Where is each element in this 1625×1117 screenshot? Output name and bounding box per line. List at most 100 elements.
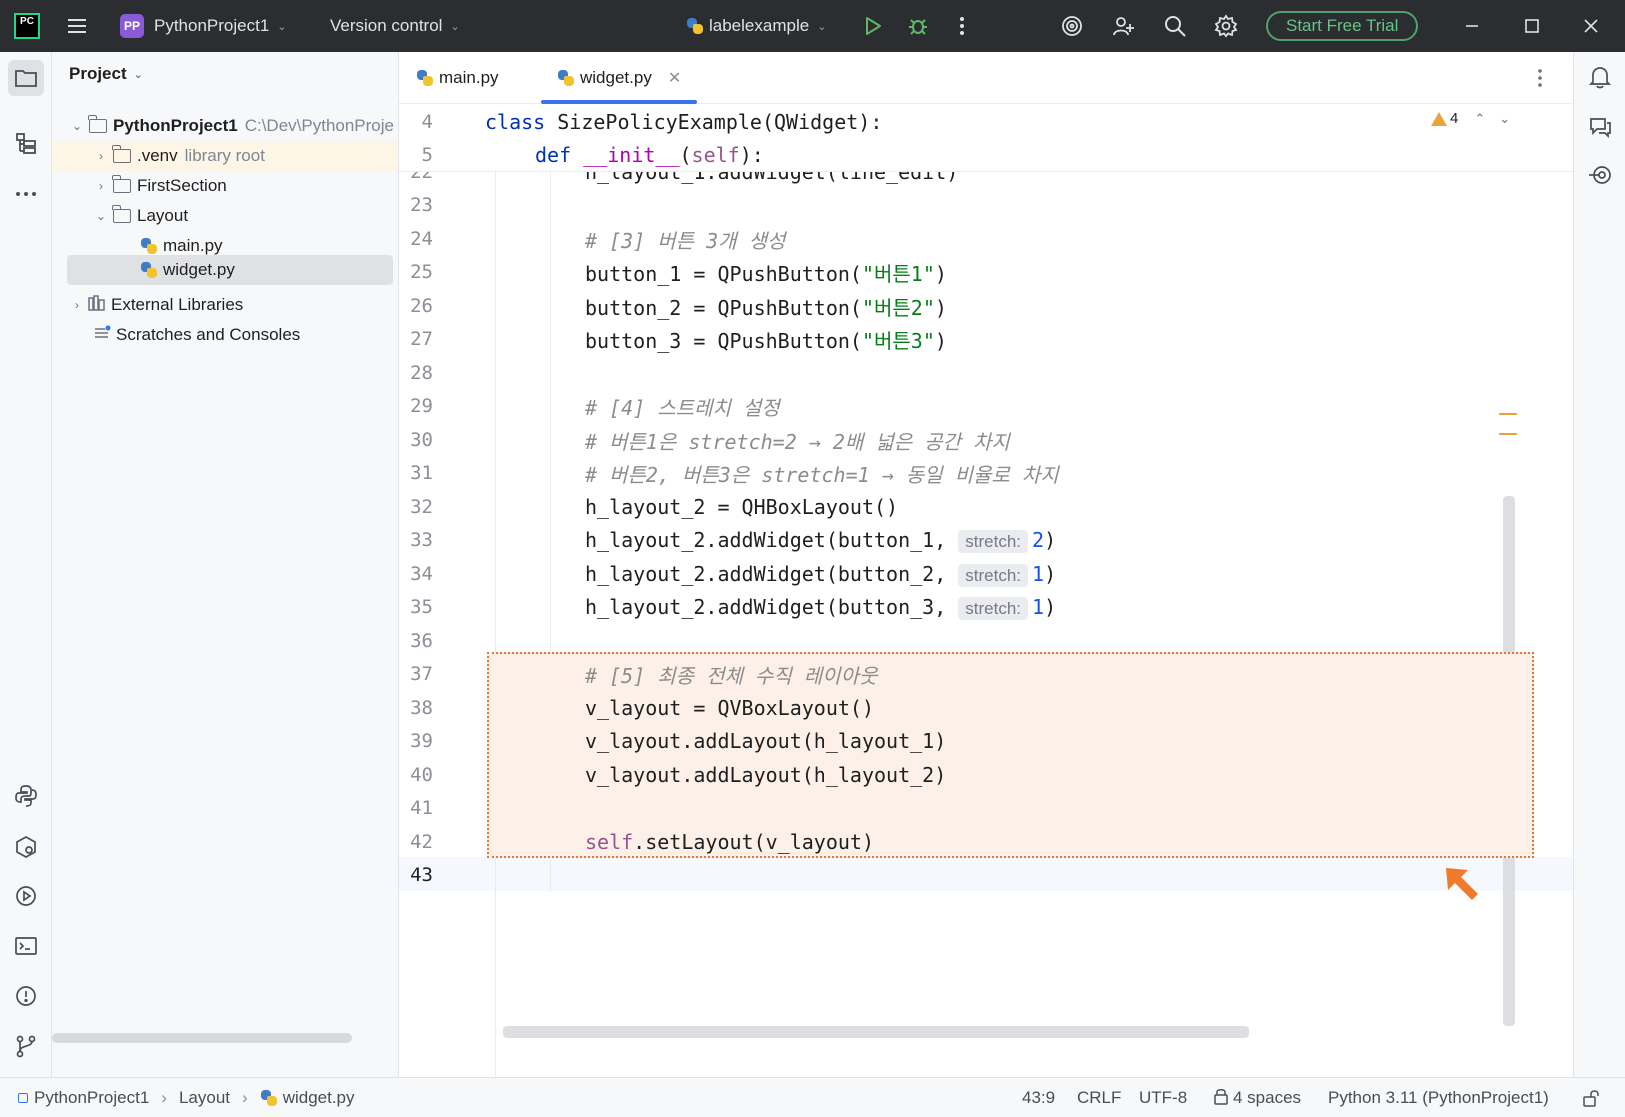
code-comment: # [5] 최종 전체 수직 레이아웃 [585,663,878,688]
endpoints-icon[interactable] [1584,159,1616,191]
code-text: ) [1044,562,1057,586]
terminal-icon[interactable] [8,928,44,964]
chevron-down-icon[interactable]: ⌄ [1499,111,1510,127]
code-text: v_layout.addLayout(h_layout_1) [585,729,947,753]
folder-icon[interactable] [8,60,44,96]
lock-icon[interactable] [1582,1078,1600,1117]
tree-item-root[interactable]: ⌄ PythonProject1 C:\Dev\PythonProje [52,111,398,141]
chevron-right-icon[interactable]: › [93,149,109,163]
chevron-down-icon[interactable]: ⌄ [93,209,109,223]
maximize-icon[interactable] [1517,0,1547,52]
code-text: button_1 = QPushButton( [585,261,862,286]
tree-item-path: C:\Dev\PythonProje [244,116,394,135]
close-icon[interactable] [1576,0,1606,52]
breadcrumb-item[interactable]: widget.py [283,1088,355,1108]
folder-icon [88,115,107,133]
code-string: "버튼2" [861,295,935,320]
file-encoding[interactable]: UTF-8 [1139,1078,1187,1117]
line-number: 37 [410,663,433,685]
code-line: 29 # [4] 스트레치 설정 [399,389,1539,423]
python-interpreter[interactable]: Python 3.11 (PythonProject1) [1328,1078,1549,1117]
add-user-icon[interactable] [1108,0,1138,52]
line-number: 31 [410,462,433,484]
tree-item-firstsection[interactable]: › FirstSection [52,171,398,201]
line-number: 26 [410,295,433,317]
line-number: 32 [410,496,433,518]
line-ending[interactable]: CRLF [1077,1078,1121,1117]
code-text: h_layout_2.addWidget(button_1, [585,528,959,552]
gear-icon[interactable] [1211,0,1241,52]
menu-icon[interactable] [62,0,92,52]
code-text: def __init__(self): [535,143,764,167]
tree-item-note: library root [184,146,265,165]
line-number: 38 [410,697,433,719]
line-number: 30 [410,429,433,451]
chevron-right-icon[interactable]: › [69,298,85,312]
breadcrumb-item[interactable]: Layout [179,1088,230,1108]
breadcrumb-item[interactable]: PythonProject1 [34,1088,149,1108]
python-packages-icon[interactable] [8,829,44,865]
project-switcher[interactable]: PP PythonProject1 ⌄ [120,0,287,52]
tree-item-external-libraries[interactable]: › External Libraries [52,290,398,320]
start-free-trial-button[interactable]: Start Free Trial [1266,11,1419,41]
services-icon[interactable] [8,878,44,914]
indent-setting[interactable]: 4 spaces [1213,1078,1301,1117]
tree-item-label: Scratches and Consoles [116,325,301,344]
project-badge: PP [120,14,144,38]
python-file-icon [140,261,158,279]
ai-icon[interactable] [1057,0,1087,52]
ai-chat-icon[interactable] [1584,110,1616,142]
code-line: 30 # 버튼1은 stretch=2 → 2배 넓은 공간 차지 [399,423,1539,457]
code-line: 4 class SizePolicyExample(QWidget): [399,105,1539,139]
debug-icon[interactable] [903,0,933,52]
chevron-up-icon[interactable]: ⌃ [1474,111,1485,127]
code-text: class SizePolicyExample(QWidget): [485,110,882,134]
tree-item-label: PythonProject1 [113,116,238,135]
code-text: v_layout = QVBoxLayout() [585,696,874,720]
code-text: button_3 = QPushButton("버튼3") [585,325,947,354]
run-config-selector[interactable]: labelexample ⌄ [686,0,826,52]
code-line: 35 h_layout_2.addWidget(button_3, stretc… [399,590,1539,624]
structure-icon[interactable] [8,125,44,161]
git-icon[interactable] [8,1028,44,1064]
scratches-icon [94,325,112,346]
project-name: PythonProject1 [154,16,270,35]
python-file-icon [140,237,158,255]
line-number: 42 [410,831,433,853]
minimize-icon[interactable] [1457,0,1487,52]
tree-item-widget-py[interactable]: widget.py [67,255,393,285]
sticky-lines-header[interactable]: 4 class SizePolicyExample(QWidget): 5 de… [399,104,1573,172]
notifications-icon[interactable] [1584,61,1616,93]
code-line: 36 [399,624,1539,658]
code-area[interactable]: 22 h_layout_1.addWidget(line_edit) 23 24… [399,52,1573,1077]
more-icon[interactable] [947,0,977,52]
chevron-down-icon: ⌄ [817,20,827,33]
code-text: ) [934,295,947,320]
tree-item-layout[interactable]: ⌄ Layout [52,201,398,231]
code-text: ) [1044,595,1057,619]
chevron-down-icon[interactable]: ⌄ [69,119,85,133]
run-icon[interactable] [858,0,888,52]
line-number: 33 [410,529,433,551]
tree-item-scratches[interactable]: Scratches and Consoles [52,320,398,350]
tree-item-venv[interactable]: › .venv library root [52,141,398,171]
code-text: button_3 = QPushButton( [585,328,862,353]
warning-count: 4 [1450,110,1459,127]
folder-icon [112,145,131,163]
code-text: SizePolicyExample(QWidget): [545,110,883,134]
vcs-menu[interactable]: Version control ⌄ [330,0,460,52]
python-console-icon[interactable] [8,778,44,814]
python-file-icon [260,1089,278,1107]
project-panel-scrollbar[interactable] [52,1033,352,1043]
line-number: 35 [410,596,433,618]
cursor-position[interactable]: 43:9 [1022,1078,1055,1117]
chevron-right-icon[interactable]: › [93,179,109,193]
inspection-widget[interactable]: 4 ⌃ ⌄ [1431,110,1510,127]
project-panel-header[interactable]: Project ⌄ [69,64,143,84]
chevron-down-icon: ⌄ [133,68,143,81]
chevron-down-icon: ⌄ [450,20,460,33]
more-tools-icon[interactable] [8,176,44,212]
problems-icon[interactable] [8,978,44,1014]
code-line: 23 [399,188,1539,222]
search-icon[interactable] [1160,0,1190,52]
